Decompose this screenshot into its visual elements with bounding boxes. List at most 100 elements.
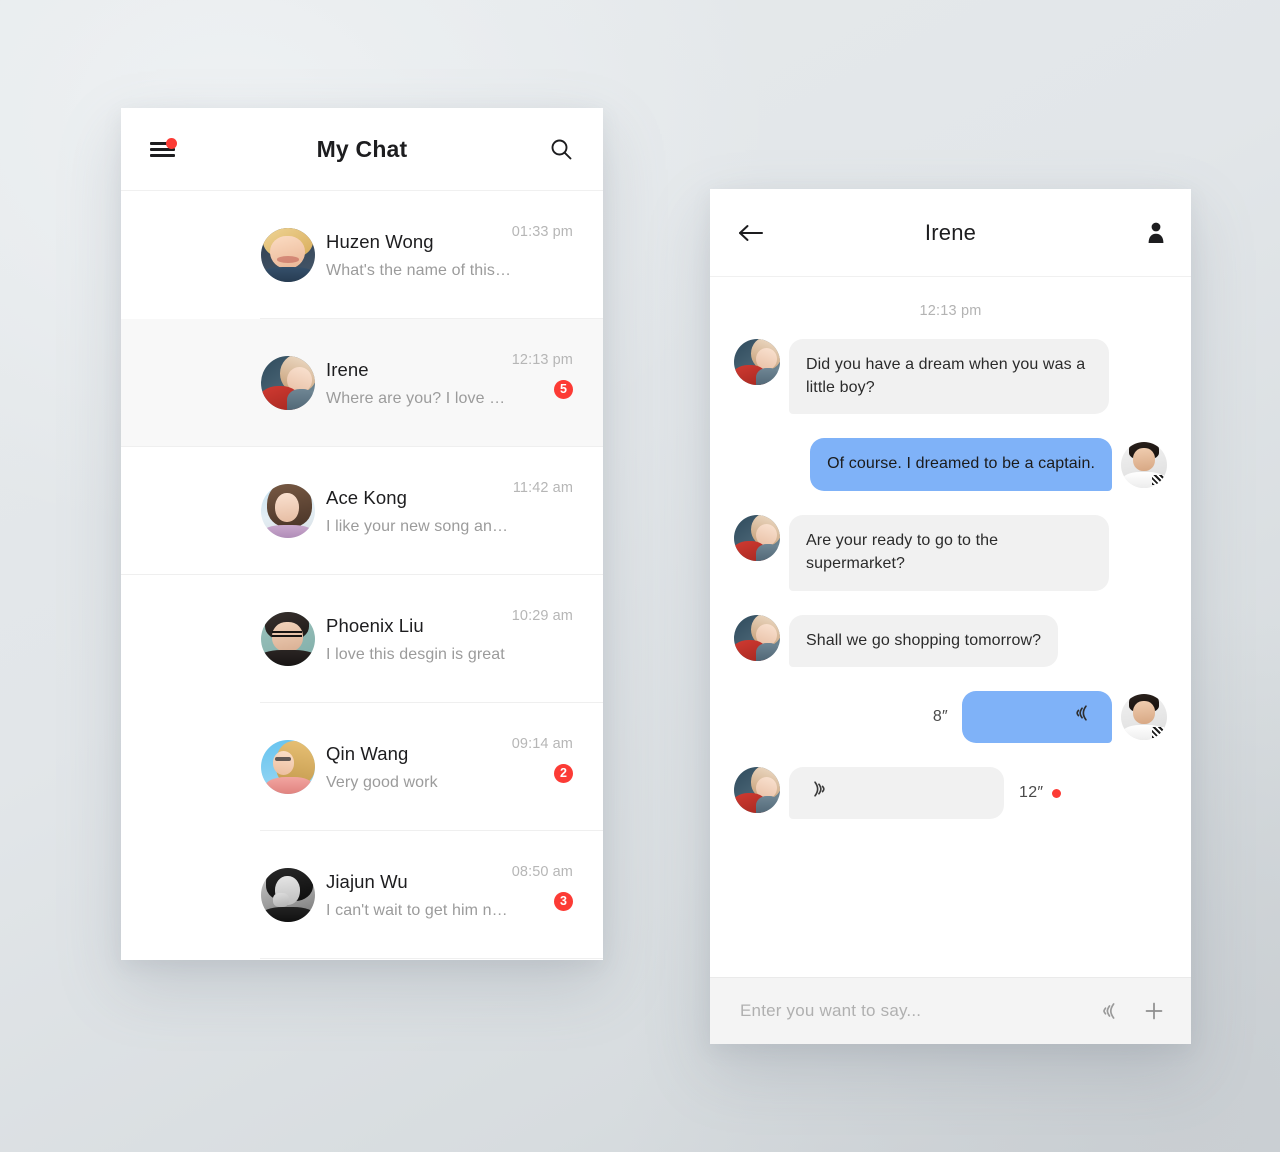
avatar-art xyxy=(261,740,315,794)
chat-item-text: Huzen Wong What's the name of this new s… xyxy=(326,231,512,280)
chat-item-preview: I like your new song and download it... xyxy=(326,517,513,535)
chat-list-item-phoenix-liu[interactable]: Phoenix Liu I love this desgin is great … xyxy=(121,575,603,703)
row-divider xyxy=(260,958,603,959)
avatar-art xyxy=(261,868,315,922)
avatar-art xyxy=(261,228,315,282)
message-bubble[interactable]: Did you have a dream when you was a litt… xyxy=(789,339,1109,415)
voice-duration: 8″ xyxy=(932,708,948,726)
chat-item-time: 09:14 am xyxy=(511,736,573,752)
avatar-art xyxy=(261,356,315,410)
chat-item-preview: Very good work xyxy=(326,773,438,791)
voice-wave-icon xyxy=(807,778,829,808)
chat-item-name: Phoenix Liu xyxy=(326,614,424,636)
voice-wave-icon[interactable] xyxy=(1099,1000,1121,1022)
message-input[interactable] xyxy=(740,1001,1099,1021)
avatar xyxy=(261,484,315,538)
chat-item-text: Jiajun Wu I can't wait to get him now xyxy=(326,871,512,920)
message-out-voice: 8″ xyxy=(734,691,1167,744)
chat-list-item-jiajun-wu[interactable]: Jiajun Wu I can't wait to get him now 08… xyxy=(121,831,603,959)
message-thread: 12:13 pm Did you have a dream when you w… xyxy=(710,277,1191,977)
chat-item-name: Jiajun Wu xyxy=(326,870,408,892)
message-out-text: Of course. I dreamed to be a captain. xyxy=(734,438,1167,492)
page-title: My Chat xyxy=(316,135,408,162)
chat-item-time: 11:42 am xyxy=(512,480,573,496)
chat-list: Huzen Wong What's the name of this new s… xyxy=(121,191,603,959)
avatar-art xyxy=(1121,441,1167,488)
chat-list-item-irene[interactable]: Irene Where are you? I love you. 12:13 p… xyxy=(121,319,603,447)
message-bubble[interactable]: Of course. I dreamed to be a captain. xyxy=(810,438,1112,492)
avatar-art xyxy=(734,767,780,814)
chat-item-preview: What's the name of this new song... xyxy=(326,261,512,279)
chat-item-meta: 01:33 pm xyxy=(512,191,573,276)
message-bubble[interactable]: Shall we go shopping tomorrow? xyxy=(789,614,1059,668)
list-header: My Chat xyxy=(121,108,603,191)
chat-item-name: Qin Wang xyxy=(326,742,409,764)
chat-item-meta: 11:42 am xyxy=(513,447,573,532)
chat-item-time: 01:33 pm xyxy=(511,224,573,240)
chat-item-meta: 10:29 am xyxy=(512,575,573,660)
menu-bar-3 xyxy=(150,154,175,157)
chat-item-text: Irene Where are you? I love you. xyxy=(326,359,512,408)
unread-badge: 3 xyxy=(554,892,573,911)
message-avatar xyxy=(734,614,780,661)
search-icon[interactable] xyxy=(549,137,573,161)
chat-item-meta: 08:50 am 3 xyxy=(512,831,573,911)
avatar-art xyxy=(1121,694,1167,741)
contact-person-icon[interactable] xyxy=(1147,222,1165,244)
plus-icon[interactable] xyxy=(1143,1000,1165,1022)
message-bubble[interactable]: Are your ready to go to the supermarket? xyxy=(789,515,1109,591)
message-input-bar xyxy=(710,977,1191,1044)
unread-badge: 5 xyxy=(554,380,573,399)
avatar xyxy=(261,356,315,410)
message-avatar xyxy=(734,767,780,814)
chat-item-name: Ace Kong xyxy=(326,486,408,508)
chat-item-time: 08:50 am xyxy=(511,864,573,880)
message-in-text: Did you have a dream when you was a litt… xyxy=(734,339,1167,415)
chat-item-text: Phoenix Liu I love this desgin is great xyxy=(326,615,512,664)
chat-item-preview: Where are you? I love you. xyxy=(326,389,512,407)
voice-message-bubble[interactable] xyxy=(962,691,1112,744)
message-in-voice: 12″ xyxy=(734,767,1167,820)
chat-item-preview: I love this desgin is great xyxy=(326,645,505,663)
avatar-art xyxy=(734,614,780,661)
chat-item-name: Huzen Wong xyxy=(326,230,434,252)
avatar-art xyxy=(261,484,315,538)
conversation-header: Irene xyxy=(710,189,1191,277)
chat-list-item-huzen-wong[interactable]: Huzen Wong What's the name of this new s… xyxy=(121,191,603,319)
avatar-art xyxy=(734,515,780,562)
chat-item-meta: 12:13 pm 5 xyxy=(512,319,573,399)
chat-item-name: Irene xyxy=(326,358,369,380)
message-body: Did you have a dream when you was a litt… xyxy=(734,339,1167,820)
avatar xyxy=(261,868,315,922)
chat-item-preview: I can't wait to get him now xyxy=(326,901,512,919)
chat-list-item-ace-kong[interactable]: Ace Kong I like your new song and downlo… xyxy=(121,447,603,575)
chat-item-text: Qin Wang Very good work xyxy=(326,743,512,792)
voice-wave-icon xyxy=(1072,702,1094,732)
chat-item-meta: 09:14 am 2 xyxy=(512,703,573,783)
message-avatar xyxy=(1121,441,1167,488)
avatar-art xyxy=(734,339,780,385)
unread-badge: 2 xyxy=(554,764,573,783)
conversation-panel: Irene 12:13 pm Did you have a dream when… xyxy=(710,189,1191,1044)
hamburger-menu-icon[interactable] xyxy=(150,138,177,160)
menu-notification-dot xyxy=(166,138,177,149)
voice-unread-dot xyxy=(1052,788,1062,798)
chat-list-panel: My Chat Huzen Wong What's the name of th… xyxy=(121,108,603,960)
chat-item-text: Ace Kong I like your new song and downlo… xyxy=(326,487,513,536)
message-in-text: Shall we go shopping tomorrow? xyxy=(734,614,1167,668)
chat-item-time: 12:13 pm xyxy=(511,352,573,368)
message-avatar xyxy=(734,339,780,385)
chat-list-item-qin-wang[interactable]: Qin Wang Very good work 09:14 am 2 xyxy=(121,703,603,831)
avatar xyxy=(261,612,315,666)
voice-message-bubble[interactable] xyxy=(789,767,1004,820)
voice-duration: 12″ xyxy=(1019,784,1062,802)
avatar xyxy=(261,740,315,794)
message-avatar xyxy=(1121,694,1167,741)
back-arrow-icon[interactable] xyxy=(738,223,764,243)
message-avatar xyxy=(734,515,780,562)
chat-item-time: 10:29 am xyxy=(511,608,573,624)
avatar-art xyxy=(261,612,315,666)
avatar xyxy=(261,228,315,282)
thread-timestamp: 12:13 pm xyxy=(919,303,982,319)
message-in-text: Are your ready to go to the supermarket? xyxy=(734,515,1167,591)
